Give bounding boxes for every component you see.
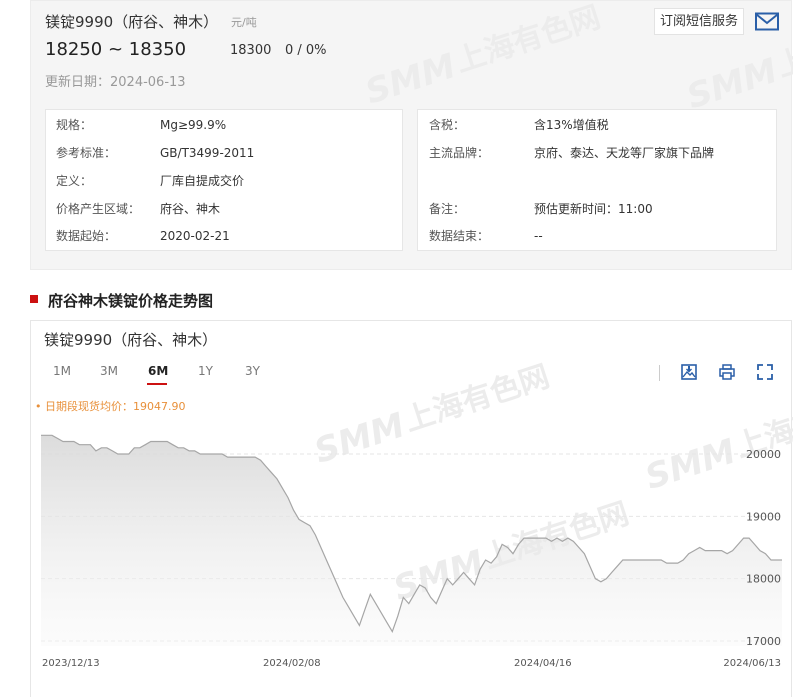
range-tab-1m[interactable]: 1M xyxy=(53,364,71,378)
section-marker xyxy=(30,295,38,303)
spec-row: 数据起始： 2020-02-21 xyxy=(46,222,402,250)
y-tick-label: 18000 xyxy=(746,573,781,586)
range-tab-1y[interactable]: 1Y xyxy=(198,364,213,378)
spec-row: 主流品牌： 京府、泰达、天龙等厂家旗下品牌 xyxy=(418,139,776,167)
watermark-text: 上海有色网 xyxy=(400,359,553,439)
product-title: 镁锭9990（府谷、神木） xyxy=(45,13,219,31)
spec-key: 备注： xyxy=(429,202,466,216)
spec-value: -- xyxy=(534,229,543,243)
watermark-brand: SMM xyxy=(310,405,410,472)
subscribe-sms-button[interactable]: 订阅短信服务 xyxy=(654,8,745,35)
x-tick-label: 2024/04/16 xyxy=(514,658,572,669)
spec-value: Mg≥99.9% xyxy=(160,118,227,132)
price-change: 0 / 0% xyxy=(285,43,327,58)
spec-value: 京府、泰达、天龙等厂家旗下品牌 xyxy=(534,146,715,160)
product-info-card: SMM 上海有色网 SMM 上海有色网 镁锭9990（府谷、神木） 元/吨 订阅… xyxy=(30,0,793,270)
spec-key: 价格产生区域： xyxy=(56,202,141,216)
price-unit: 元/吨 xyxy=(231,16,257,29)
spec-row: 含税： 含13%增值税 xyxy=(418,111,776,139)
spec-row: 规格： Mg≥99.9% xyxy=(46,111,402,139)
price-trend-chart: SMM 上海有色网 SMM 上海有色网 SMM 上海有色网 2000019000… xyxy=(41,359,793,669)
y-tick-label: 17000 xyxy=(746,635,781,648)
active-tab-underline xyxy=(147,383,167,385)
x-tick-label: 2024/06/13 xyxy=(723,658,781,669)
spec-table-right: 含税： 含13%增值税 主流品牌： 京府、泰达、天龙等厂家旗下品牌 备注： 预估… xyxy=(417,109,777,251)
spec-row: 备注： 预估更新时间：11:00 xyxy=(418,195,776,223)
update-date: 更新日期：2024-06-13 xyxy=(45,75,186,90)
spec-key: 数据结束： xyxy=(429,229,490,243)
spec-key: 参考标准： xyxy=(56,146,117,160)
spec-value: GB/T3499-2011 xyxy=(160,146,255,160)
spec-row: 参考标准： GB/T3499-2011 xyxy=(46,139,402,167)
y-tick-label: 19000 xyxy=(746,510,781,523)
spec-value: 含13%增值税 xyxy=(534,118,609,132)
period-average-label: • 日期段现货均价：19047.90 xyxy=(35,400,186,413)
spec-value: 府谷、神木 xyxy=(160,202,221,216)
spec-table-left: 规格： Mg≥99.9% 参考标准： GB/T3499-2011 定义： 厂库自… xyxy=(45,109,403,251)
print-icon[interactable] xyxy=(718,363,736,381)
price-range: 18250 ~ 18350 xyxy=(45,39,187,60)
range-tab-3m[interactable]: 3M xyxy=(100,364,118,378)
spec-key: 规格： xyxy=(56,118,93,132)
spec-key: 主流品牌： xyxy=(429,146,490,160)
x-axis-ticks: 2023/12/13 2024/02/08 2024/04/16 2024/06/13 xyxy=(42,658,781,669)
range-tab-6m[interactable]: 6M xyxy=(148,364,168,378)
spec-value: 2020-02-21 xyxy=(160,229,230,243)
price-average: 18300 xyxy=(230,43,272,58)
watermark-brand: SMM xyxy=(361,46,461,113)
spec-row: 价格产生区域： 府谷、神木 xyxy=(46,195,402,223)
watermark-brand: SMM xyxy=(682,51,782,118)
spec-value: 厂库自提成交价 xyxy=(160,174,245,188)
spec-row: 定义： 厂库自提成交价 xyxy=(46,167,402,195)
x-tick-label: 2023/12/13 xyxy=(42,658,100,669)
watermark-brand: SMM xyxy=(641,431,741,498)
price-chart-card: SMM 上海有色网 SMM 上海有色网 SMM 上海有色网 20000 19000… xyxy=(30,320,793,697)
spec-row: 数据结束： -- xyxy=(418,222,776,250)
y-tick-label: 20000 xyxy=(746,448,781,461)
fullscreen-icon[interactable] xyxy=(756,363,774,381)
range-tab-3y[interactable]: 3Y xyxy=(245,364,260,378)
chart-title: 镁锭9990（府谷、神木） xyxy=(44,331,218,349)
section-title: 府谷神木镁锭价格走势图 xyxy=(48,292,214,310)
spec-value: 预估更新时间：11:00 xyxy=(534,202,653,216)
spec-key: 含税： xyxy=(429,118,466,132)
spec-key: 定义： xyxy=(56,174,93,188)
spec-key: 数据起始： xyxy=(56,229,117,243)
x-tick-label: 2024/02/08 xyxy=(263,658,321,669)
watermark-text: 上海有色网 xyxy=(451,1,604,79)
mail-icon[interactable] xyxy=(755,12,779,31)
download-image-icon[interactable] xyxy=(680,363,698,381)
toolbar-divider xyxy=(659,365,660,381)
